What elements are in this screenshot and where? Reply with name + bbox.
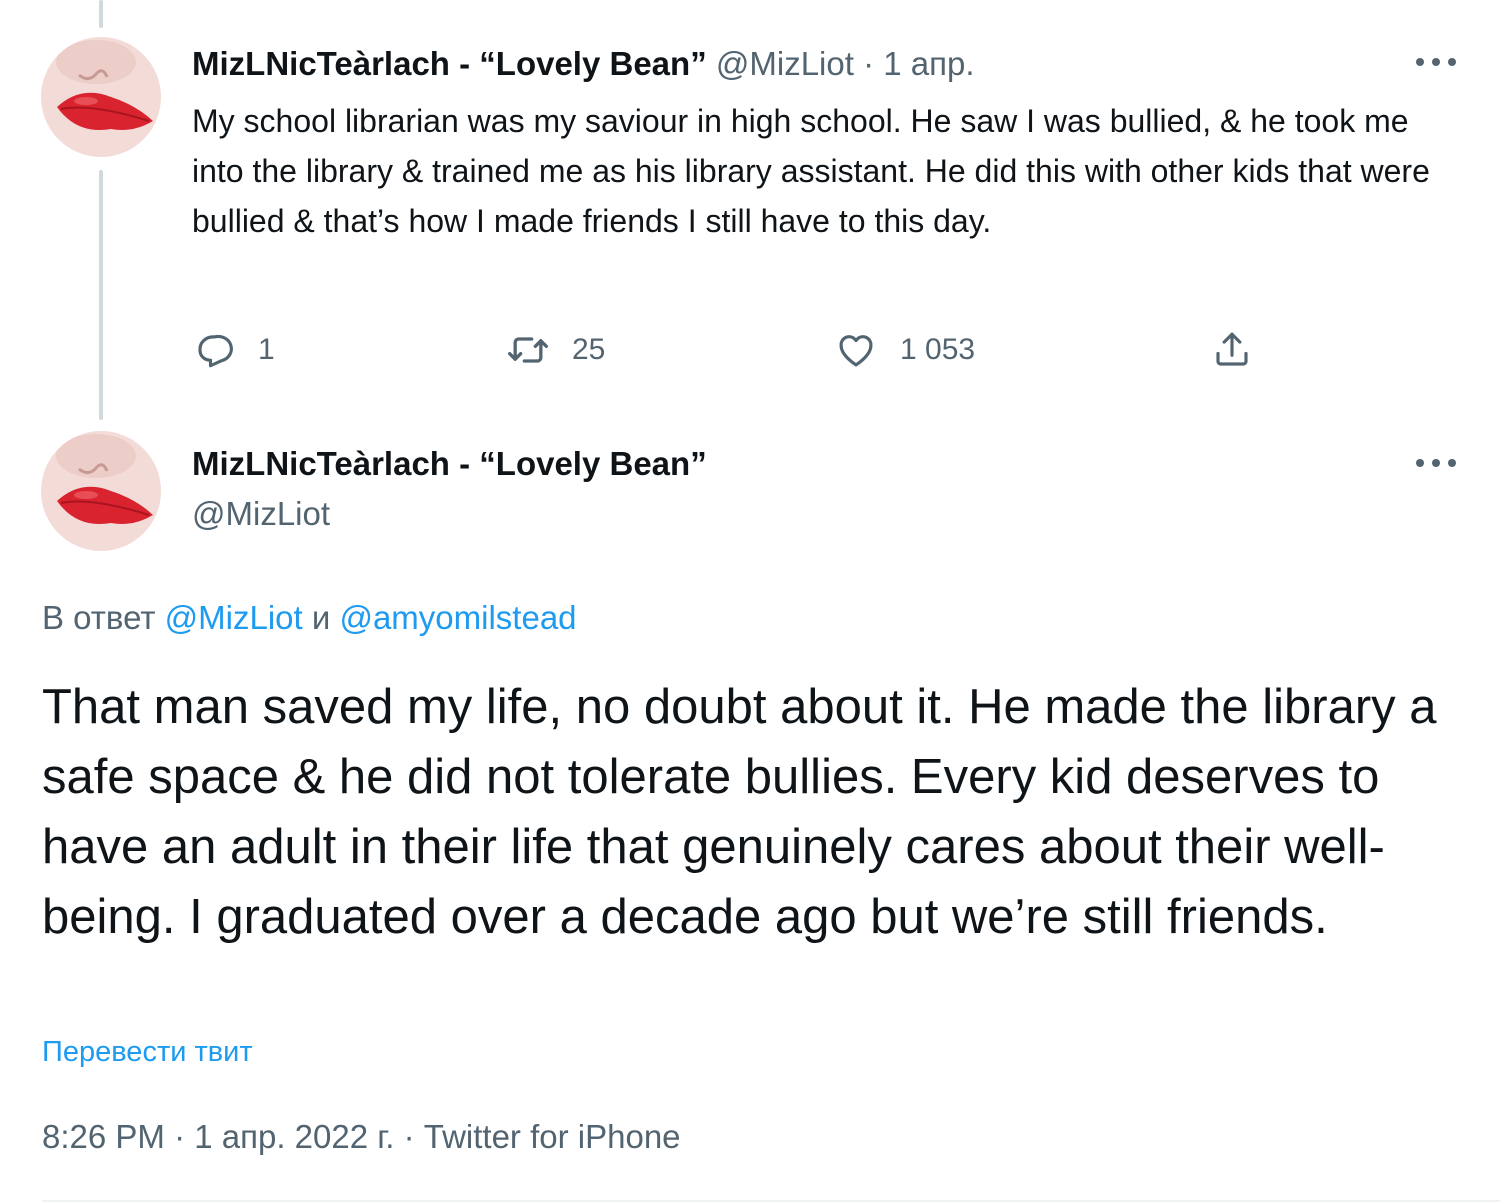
retweet-icon <box>506 328 550 372</box>
reply-button[interactable]: 1 <box>192 326 275 374</box>
retweet-button[interactable]: 25 <box>506 326 605 374</box>
divider <box>42 1200 1500 1202</box>
reply-icon <box>192 328 236 372</box>
handle[interactable]: @MizLiot <box>192 492 330 536</box>
tweet-header: MizLNicTeàrlach - “Lovely Bean” @MizLiot… <box>192 42 975 86</box>
display-name[interactable]: MizLNicTeàrlach - “Lovely Bean” <box>192 442 707 486</box>
avatar[interactable] <box>41 37 161 157</box>
more-options-icon[interactable] <box>1416 54 1456 70</box>
separator: · <box>863 45 875 82</box>
tweet-date[interactable]: 1 апр. <box>883 45 974 82</box>
tweet-timestamp[interactable]: 8:26 PM · 1 апр. 2022 г. · Twitter for i… <box>42 1114 681 1160</box>
retweet-count: 25 <box>572 333 606 366</box>
tweet-text: My school librarian was my saviour in hi… <box>192 103 1430 239</box>
share-icon <box>1210 328 1254 372</box>
thread-line-top <box>99 0 103 28</box>
tweet-text: That man saved my life, no doubt about i… <box>42 680 1437 944</box>
reply-prefix: В ответ <box>42 599 156 636</box>
handle[interactable]: @MizLiot <box>716 45 854 82</box>
reply-count: 1 <box>258 333 275 366</box>
heart-icon <box>834 328 878 372</box>
avatar[interactable] <box>41 431 161 551</box>
reply-conjunction: и <box>311 599 331 636</box>
share-button[interactable] <box>1210 326 1254 374</box>
thread-line <box>99 170 103 420</box>
replying-to: В ответ @MizLiot и @amyomilstead <box>42 596 577 640</box>
display-name[interactable]: MizLNicTeàrlach - “Lovely Bean” <box>192 45 707 82</box>
more-options-icon[interactable] <box>1416 455 1456 471</box>
like-button[interactable]: 1 053 <box>834 326 975 374</box>
like-count: 1 053 <box>900 333 976 366</box>
reply-user-link[interactable]: @amyomilstead <box>339 599 576 636</box>
reply-user-link[interactable]: @MizLiot <box>165 599 303 636</box>
translate-tweet-link[interactable]: Перевести твит <box>42 1030 253 1074</box>
